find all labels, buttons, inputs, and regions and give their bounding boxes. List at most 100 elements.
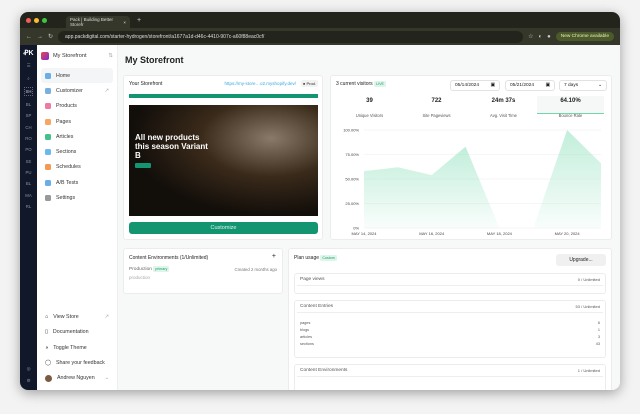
sidebar-item-feedback[interactable]: ◯ Share your feedback	[41, 355, 113, 370]
environment-row[interactable]: Production primary	[129, 266, 170, 272]
store-switcher[interactable]: My Storefront ⇅	[41, 49, 113, 63]
sidebar-item-products[interactable]: Products	[41, 99, 113, 114]
plan-title: Plan usage Custom	[294, 255, 337, 261]
minimize-window-button[interactable]	[34, 17, 39, 23]
upgrade-button[interactable]: Upgrade...	[556, 254, 606, 266]
external-link-icon: ↗	[104, 87, 109, 94]
new-tab-button[interactable]: +	[137, 17, 141, 24]
rail-item[interactable]: PO	[25, 147, 31, 152]
switch-icon[interactable]: ⇅	[108, 53, 113, 59]
storefront-link[interactable]: https://my-store…o2.myshopify.dev/	[225, 81, 296, 86]
chat-icon: ◯	[45, 360, 51, 367]
schedules-icon	[45, 164, 51, 171]
plan-usage-card: Plan usage Custom Upgrade... Page views 0…	[288, 248, 612, 390]
rail-item[interactable]: MA	[25, 193, 31, 198]
y-tick-label: 100.00%	[343, 128, 359, 133]
rail-item[interactable]: SH	[23, 86, 34, 96]
sidebar-item-documentation[interactable]: ▯ Documentation	[41, 325, 113, 340]
date-from-input[interactable]: 05/14/2024 ▣	[450, 80, 500, 91]
customize-button[interactable]: Customize	[129, 222, 318, 234]
x-tick-label: MAY 14, 2024	[352, 231, 378, 236]
stat-bounce-rate[interactable]: 64.10% Bounce Rate	[537, 96, 604, 118]
sidebar-item-settings[interactable]: Settings	[41, 190, 113, 205]
env-badge: ● Prod.	[300, 80, 318, 87]
extensions-icon[interactable]: ◐	[538, 34, 542, 40]
add-environment-button[interactable]: +	[272, 253, 276, 260]
new-chrome-available-button[interactable]: New Chrome available	[555, 32, 614, 41]
rail-item[interactable]: BL	[26, 181, 31, 186]
card-title: Your Storefront	[129, 81, 163, 87]
rail-item[interactable]: SP	[26, 113, 32, 118]
entry-row: pages 6	[300, 320, 600, 325]
store-name: My Storefront	[53, 53, 87, 59]
environments-card: Content Environments (1/Unlimited) + Pro…	[123, 248, 283, 294]
rail-item[interactable]: BL	[26, 102, 31, 107]
workspace-rail: ꝒK ☰ ⌕ SH BL SP CH RO PO SE PU BL MA RL …	[20, 45, 37, 390]
storefront-card: Your Storefront https://my-store…o2.mysh…	[123, 75, 323, 240]
chevron-down-icon: ⌄	[104, 375, 109, 382]
card-title: Content Environments (1/Unlimited)	[129, 255, 209, 261]
sidebar-item-label: Share your feedback	[55, 360, 105, 367]
sidebar-item-label: Customizer	[56, 87, 83, 94]
sidebar-item-toggle-theme[interactable]: ◑ Toggle Theme	[41, 340, 113, 355]
live-badge: LIVE	[374, 81, 386, 87]
sidebar-item-home[interactable]: Home	[41, 68, 113, 84]
sidebar-item-sections[interactable]: Sections	[41, 144, 113, 159]
user-menu[interactable]: Andrew Nguyen ⌄	[41, 371, 113, 386]
a-b-tests-icon	[45, 179, 51, 186]
sidebar-item-label: Articles	[56, 133, 74, 140]
bag-icon: ⌂	[45, 314, 49, 321]
environments-usage: Content Environments 1 / Unlimited	[294, 364, 606, 390]
bookmark-star-icon[interactable]: ☆	[528, 33, 533, 40]
book-icon: ▯	[45, 329, 48, 336]
rail-item[interactable]: CH	[25, 125, 31, 130]
sidebar-item-label: Documentation	[52, 329, 89, 336]
sidebar-item-label: Products	[56, 103, 77, 110]
theme-icon: ◑	[45, 344, 49, 351]
x-tick-label: MAY 16, 2024	[419, 231, 445, 236]
chevron-down-icon: ⌄	[597, 83, 602, 88]
reload-icon[interactable]: ↻	[48, 33, 53, 40]
tab-bar: Pack | Building Better Storefr × +	[20, 12, 620, 28]
entry-row: blogs 1	[300, 327, 600, 332]
search-icon[interactable]: ⌕	[27, 76, 29, 81]
sidebar-item-a-b-tests[interactable]: A/B Tests	[41, 175, 113, 190]
pack-logo: ꝒK	[23, 50, 34, 57]
settings-icon	[45, 195, 51, 202]
sidebar-item-customizer[interactable]: Customizer ↗	[41, 83, 113, 98]
back-icon[interactable]: ←	[26, 34, 32, 40]
sidebar-item-label: Toggle Theme	[53, 344, 87, 351]
maximize-window-button[interactable]	[42, 17, 47, 23]
browser-tab[interactable]: Pack | Building Better Storefr ×	[66, 16, 130, 28]
sidebar-item-view-store[interactable]: ⌂ View Store ↗	[41, 310, 113, 325]
pages-icon	[45, 118, 51, 125]
range-select[interactable]: 7 days ⌄	[559, 80, 607, 91]
main-content: My Storefront Your Storefront https://my…	[118, 45, 620, 390]
created-date: Created 2 months ago	[234, 267, 277, 272]
date-to-input[interactable]: 05/21/2024 ▣	[505, 80, 555, 91]
rail-item[interactable]: SE	[26, 159, 32, 164]
environment-slug: production	[129, 275, 151, 280]
entry-row: sections 43	[300, 341, 600, 346]
external-link-icon: ↗	[104, 314, 109, 321]
close-tab-icon[interactable]: ×	[123, 20, 126, 25]
close-window-button[interactable]	[26, 17, 31, 23]
profile-icon[interactable]: ●	[547, 34, 551, 40]
sidebar: My Storefront ⇅ Home Customizer ↗ Products Pa…	[37, 45, 118, 390]
gear-icon[interactable]: ⚙	[27, 378, 31, 384]
sidebar-item-schedules[interactable]: Schedules	[41, 160, 113, 175]
storefront-preview[interactable]: All new products this season Variant B	[129, 94, 318, 216]
rail-item[interactable]: PU	[26, 170, 32, 175]
check-circle-icon[interactable]: ◎	[27, 366, 31, 372]
list-icon[interactable]: ☰	[27, 63, 31, 69]
calendar-icon: ▣	[545, 83, 550, 88]
sidebar-item-pages[interactable]: Pages	[41, 114, 113, 129]
x-tick-label: MAY 20, 2024	[555, 231, 581, 236]
sidebar-item-articles[interactable]: Articles	[41, 129, 113, 144]
url-input[interactable]: app.packdigital.com/starter-hydrogen/sto…	[58, 30, 524, 43]
rail-item[interactable]: RO	[25, 136, 31, 141]
rail-item[interactable]: RL	[26, 204, 32, 209]
customizer-icon	[45, 87, 51, 94]
forward-icon[interactable]: →	[37, 34, 43, 40]
y-tick-label: 75.00%	[345, 152, 359, 157]
